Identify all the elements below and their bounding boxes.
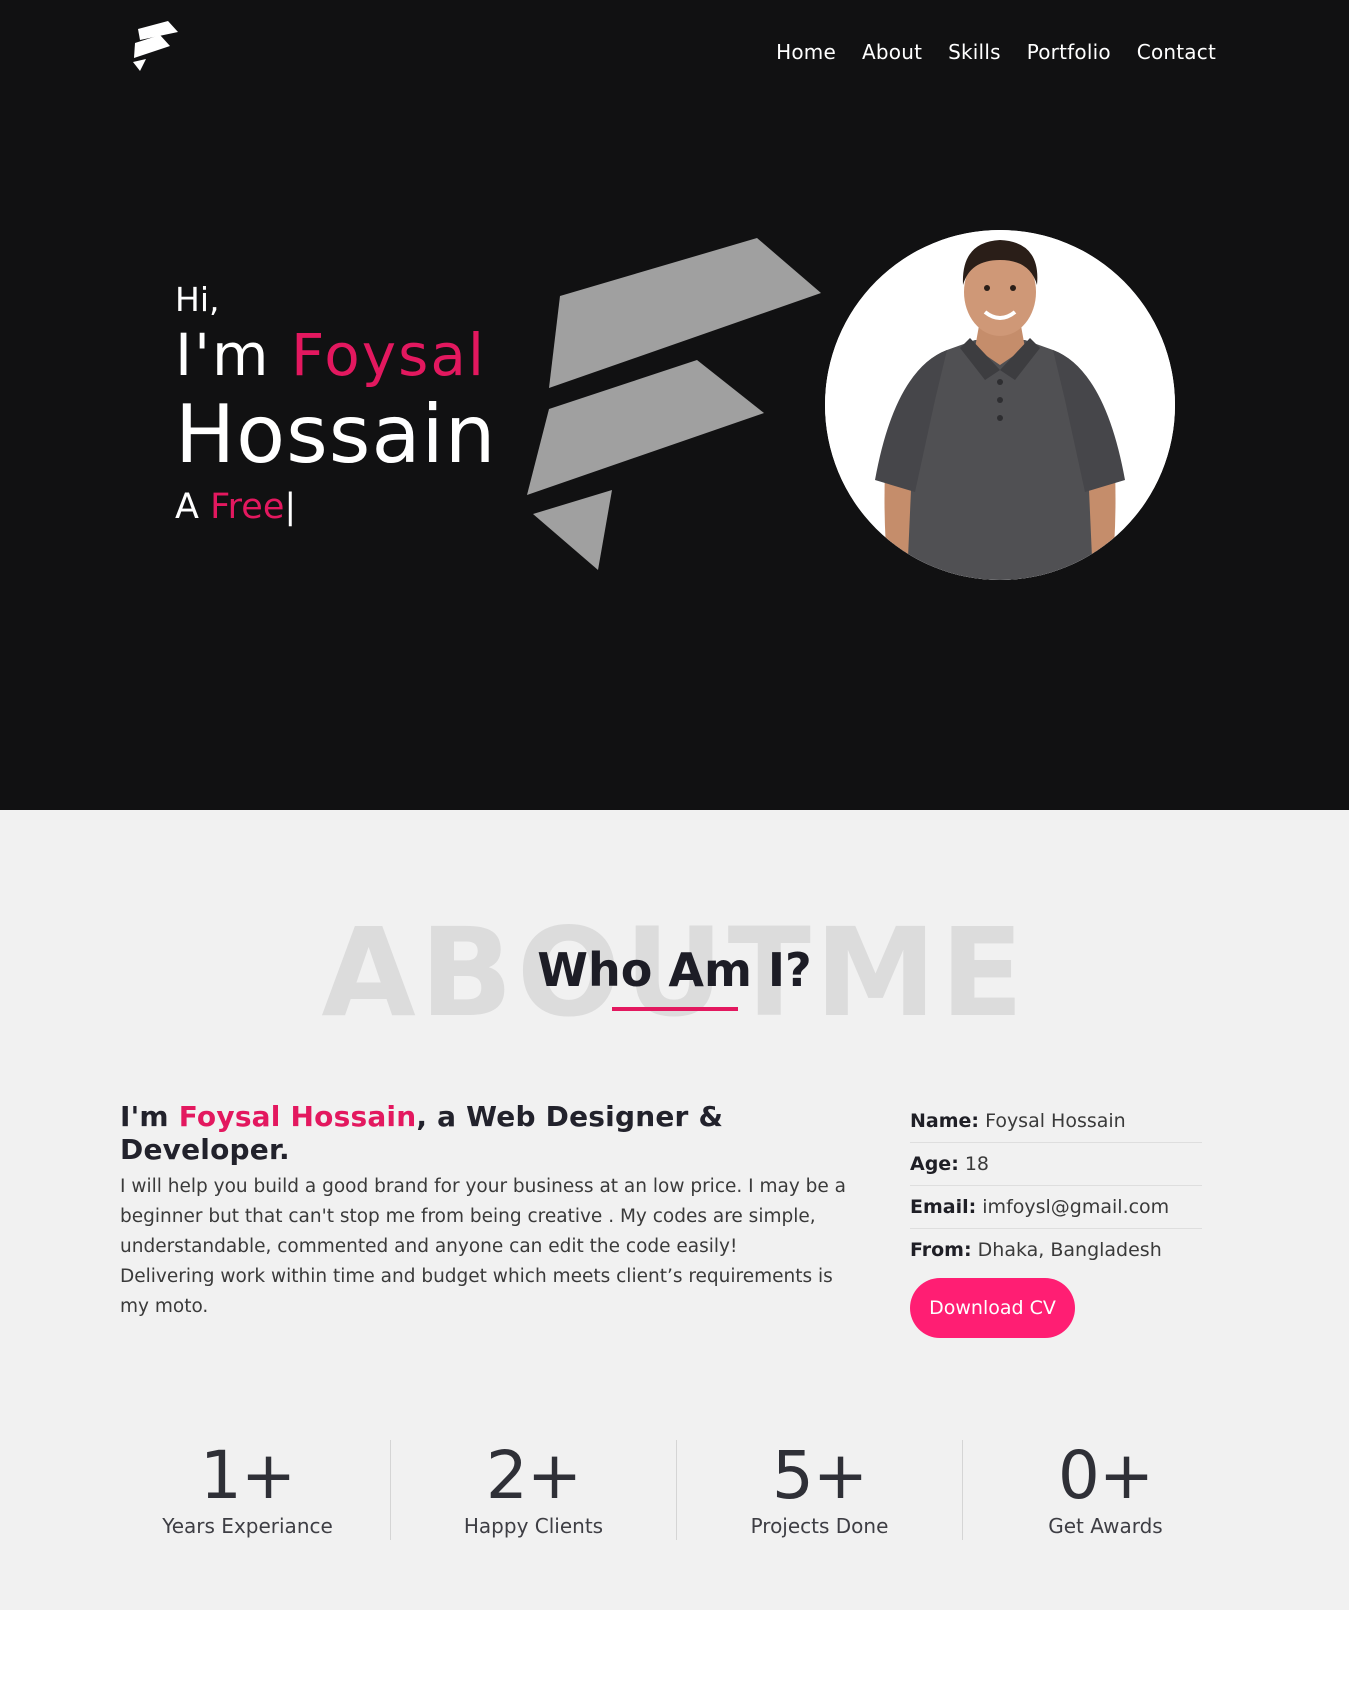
hero-typed-line: A Free| bbox=[175, 484, 496, 530]
info-value: Dhaka, Bangladesh bbox=[977, 1239, 1162, 1261]
info-row-age: Age: 18 bbox=[910, 1143, 1202, 1186]
info-value: imfoysl@gmail.com bbox=[982, 1196, 1170, 1218]
stat-projects: 5+ Projects Done bbox=[677, 1440, 963, 1540]
page-bottom-strip bbox=[0, 1610, 1349, 1700]
hero-last-name: Hossain bbox=[175, 388, 497, 481]
hero-first-name: Foysal bbox=[291, 321, 486, 389]
large-f-logo-icon bbox=[527, 238, 821, 570]
intro-heading: I'm Foysal Hossain, a Web Designer & Dev… bbox=[120, 1100, 860, 1166]
stat-value: 2+ bbox=[485, 1437, 582, 1514]
stat-label: Get Awards bbox=[1048, 1514, 1163, 1538]
hero-section: Home About Skills Portfolio Contact Hi, … bbox=[0, 0, 1349, 810]
stat-clients: 2+ Happy Clients bbox=[391, 1440, 677, 1540]
stats-row: 1+ Years Experiance 2+ Happy Clients 5+ … bbox=[105, 1440, 1248, 1540]
stat-value: 5+ bbox=[771, 1437, 868, 1514]
info-label: From: bbox=[910, 1239, 972, 1261]
download-cv-button[interactable]: Download CV bbox=[910, 1278, 1075, 1338]
profile-photo bbox=[825, 230, 1175, 580]
stat-label: Happy Clients bbox=[463, 1514, 604, 1538]
typed-prefix: A bbox=[175, 487, 199, 527]
nav-home[interactable]: Home bbox=[776, 40, 836, 64]
nav-about[interactable]: About bbox=[862, 40, 922, 64]
intro-name: Foysal Hossain bbox=[178, 1100, 417, 1133]
info-row-from: From: Dhaka, Bangladesh bbox=[910, 1229, 1202, 1272]
info-value: Foysal Hossain bbox=[985, 1110, 1126, 1132]
about-title: Who Am I? bbox=[537, 943, 812, 997]
nav-contact[interactable]: Contact bbox=[1137, 40, 1216, 64]
about-section: ABOUTME Who Am I? I'm Foysal Hossain, a … bbox=[0, 810, 1349, 1610]
info-label: Name: bbox=[910, 1110, 980, 1132]
intro-paragraph-1: I will help you build a good brand for y… bbox=[120, 1176, 846, 1257]
typed-word: Free bbox=[210, 487, 285, 527]
hero-intro: Hi, I'm Foysal Hossain A Free| bbox=[175, 280, 496, 530]
profile-person-image bbox=[825, 230, 1175, 580]
hero-name-line: I'm Foysal bbox=[175, 320, 496, 390]
typed-cursor: | bbox=[284, 487, 297, 527]
hero-im: I'm bbox=[175, 321, 271, 389]
nav-skills[interactable]: Skills bbox=[948, 40, 1001, 64]
hero-greeting: Hi, bbox=[175, 280, 220, 319]
info-list: Name: Foysal Hossain Age: 18 Email: imfo… bbox=[910, 1100, 1202, 1338]
intro-paragraph-2: Delivering work within time and budget w… bbox=[120, 1266, 833, 1317]
main-nav: Home About Skills Portfolio Contact bbox=[776, 40, 1216, 64]
title-underline bbox=[612, 1007, 738, 1011]
foysal-f-logo-icon[interactable] bbox=[130, 20, 180, 72]
info-value: 18 bbox=[964, 1153, 990, 1175]
info-row-name: Name: Foysal Hossain bbox=[910, 1100, 1202, 1143]
info-label: Age: bbox=[910, 1153, 959, 1175]
stat-years: 1+ Years Experiance bbox=[105, 1440, 391, 1540]
info-row-email: Email: imfoysl@gmail.com bbox=[910, 1186, 1202, 1229]
stat-value: 1+ bbox=[199, 1437, 296, 1514]
intro-prefix: I'm bbox=[120, 1100, 169, 1133]
about-intro: I'm Foysal Hossain, a Web Designer & Dev… bbox=[120, 1100, 860, 1322]
stat-label: Projects Done bbox=[750, 1514, 889, 1538]
info-label: Email: bbox=[910, 1196, 977, 1218]
stat-value: 0+ bbox=[1057, 1437, 1154, 1514]
stat-awards: 0+ Get Awards bbox=[963, 1440, 1248, 1540]
stat-label: Years Experiance bbox=[162, 1514, 333, 1538]
nav-portfolio[interactable]: Portfolio bbox=[1027, 40, 1111, 64]
